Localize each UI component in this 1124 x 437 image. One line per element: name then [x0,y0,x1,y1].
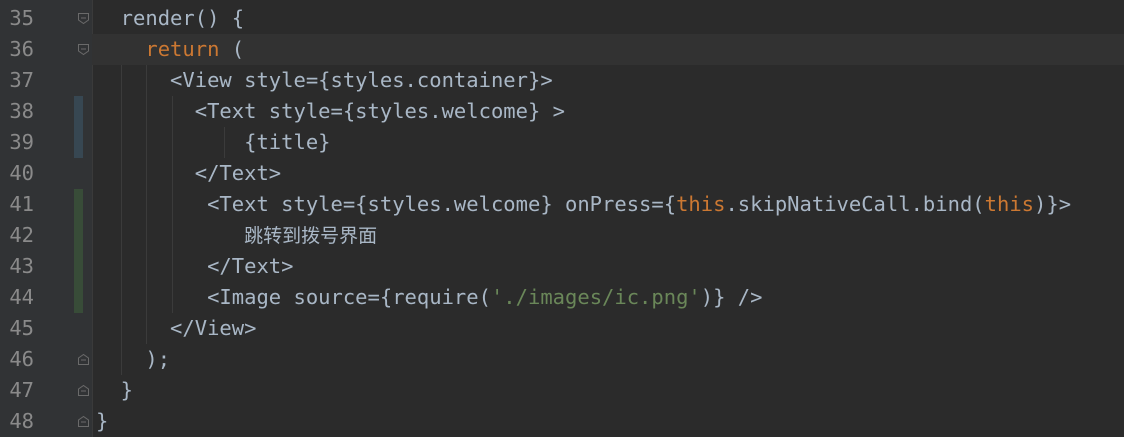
code-text: </View> [96,313,256,344]
code-text: </Text> [96,158,281,189]
code-text: } [96,406,108,437]
vcs-added-marker[interactable] [74,189,83,220]
code-token: .skipNativeCall.bind( [725,192,985,216]
code-line[interactable]: 43 </Text> [0,251,1124,282]
code-text: } [96,375,133,406]
code-token: render() { [96,6,245,30]
line-number: 38 [9,99,34,123]
line-number: 39 [9,130,34,154]
vcs-modified-marker[interactable] [74,127,83,158]
vcs-added-marker[interactable] [74,220,83,251]
fold-end-icon[interactable] [77,415,90,428]
line-number: 44 [9,285,34,309]
fold-end-icon[interactable] [77,353,90,366]
code-token: </Text> [96,161,282,185]
code-token: <Image source={require( [96,285,491,309]
code-line[interactable]: 35 render() { [0,3,1124,34]
line-number: 37 [9,68,34,92]
code-line[interactable]: 41 <Text style={styles.welcome} onPress=… [0,189,1124,220]
line-number: 40 [9,161,34,185]
line-number: 35 [9,6,34,30]
code-keyword: return [145,37,220,61]
code-token: {title} [96,130,331,154]
line-number: 46 [9,347,34,371]
code-line[interactable]: 37 <View style={styles.container}> [0,65,1124,96]
code-token: )} /> [700,285,763,309]
code-line[interactable]: 48} [0,406,1124,437]
code-text: 跳转到拨号界面 [96,220,377,251]
code-token: </View> [96,316,257,340]
vcs-modified-marker[interactable] [74,96,83,127]
code-token: } [96,409,109,433]
fold-end-icon[interactable] [77,384,90,397]
line-number: 47 [9,378,34,402]
code-text: <Text style={styles.welcome} onPress={th… [96,189,1071,220]
vcs-added-marker[interactable] [74,282,83,313]
code-text: <View style={styles.container}> [96,65,553,96]
code-text: render() { [96,3,244,34]
code-token: <Text style={styles.welcome} onPress={ [96,192,677,216]
fold-open-icon[interactable] [77,12,90,25]
code-line[interactable]: 44 <Image source={require('./images/ic.p… [0,282,1124,313]
code-line[interactable]: 39 {title} [0,127,1124,158]
fold-open-icon[interactable] [77,43,90,56]
line-number: 42 [9,223,34,247]
code-string: './images/ic.png' [490,285,701,309]
line-number: 36 [9,37,34,61]
code-token: <View style={styles.container}> [96,68,553,92]
code-token: } [96,378,134,402]
code-text: <Text style={styles.welcome} > [96,96,565,127]
code-keyword: this [676,192,726,216]
code-token: ); [96,347,171,371]
code-text: return ( [96,34,244,65]
code-line[interactable]: 38 <Text style={styles.welcome} > [0,96,1124,127]
code-editor[interactable]: 35 render() {36 return (37 <View style={… [0,0,1124,437]
code-token: </Text> [96,254,294,278]
line-number: 41 [9,192,34,216]
code-text: ); [96,344,170,375]
code-text: </Text> [96,251,293,282]
code-token: 跳转到拨号界面 [244,225,378,247]
line-number: 48 [9,409,34,433]
code-token: )}> [1034,192,1072,216]
code-line[interactable]: 46 ); [0,344,1124,375]
code-line[interactable]: 45 </View> [0,313,1124,344]
code-token: <Text style={styles.welcome} > [96,99,565,123]
code-keyword: this [984,192,1035,216]
vcs-added-marker[interactable] [74,251,83,282]
code-text: <Image source={require('./images/ic.png'… [96,282,763,313]
code-text: {title} [96,127,331,158]
code-line[interactable]: 40 </Text> [0,158,1124,189]
line-number: 43 [9,254,34,278]
code-line[interactable]: 42 跳转到拨号界面 [0,220,1124,251]
code-line[interactable]: 47 } [0,375,1124,406]
line-number: 45 [9,316,34,340]
code-token: ( [219,37,245,61]
code-line-current[interactable]: 36 return ( [0,34,1124,65]
